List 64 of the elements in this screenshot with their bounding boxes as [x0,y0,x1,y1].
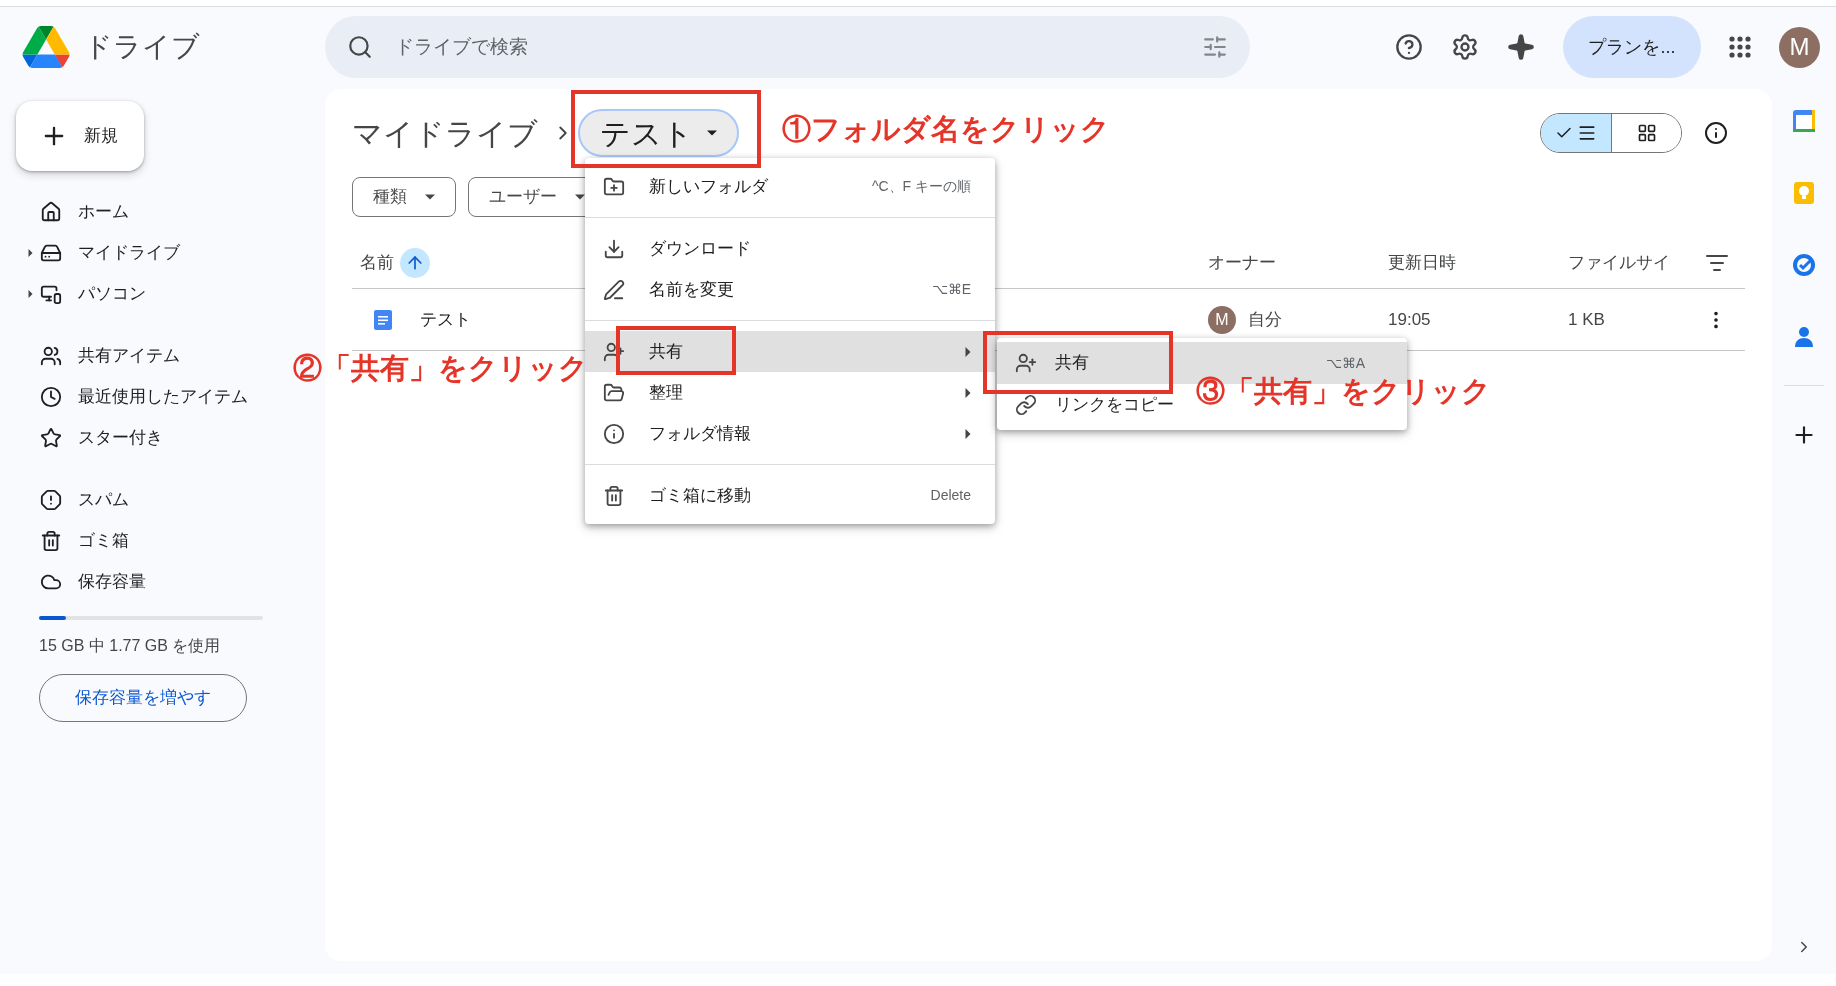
help-icon[interactable] [1395,33,1423,61]
document-icon [374,309,392,330]
menu-item[interactable]: リンクをコピー [997,384,1178,426]
expand-arrow-icon[interactable] [28,289,33,298]
settings-icon[interactable] [1451,33,1479,61]
grid-icon [1636,123,1657,143]
plan-button[interactable]: プランを... [1563,16,1701,78]
search-bar[interactable]: ドライブで検索 [325,16,1250,78]
sidebar-item[interactable]: ゴミ箱 [0,520,290,561]
menu-item[interactable]: フォルダ情報 [585,413,995,454]
file-size: 1 KB [1568,308,1606,331]
storage-usage-text: 15 GB 中 1.77 GB を使用 [39,636,222,656]
account-avatar[interactable]: M [1779,26,1820,68]
filter-sliders-icon[interactable] [1202,34,1228,60]
column-header[interactable]: オーナー [1208,249,1276,276]
menu-item[interactable]: ダウンロード [585,228,995,269]
column-header[interactable]: 名前 [360,249,394,276]
annotation-label: ②「共有」をクリック [293,354,588,383]
search-icon [347,34,373,60]
shortcut-text: ^C、F キーの順 [871,177,971,196]
sidebar-item[interactable]: 最近使用したアイテム [0,376,290,417]
info-icon[interactable] [1704,121,1728,145]
menu-item[interactable]: ゴミ箱に移動 Delete [585,475,995,516]
apps-grid-icon[interactable] [1729,36,1751,58]
shortcut-text: Delete [930,486,971,505]
sidebar-item[interactable]: パソコン [0,273,290,314]
menu-item[interactable]: 整理 [585,372,995,413]
grid-view-button[interactable] [1611,114,1681,152]
column-header[interactable]: ファイルサイ [1568,249,1670,276]
file-name: テスト [420,308,471,331]
list-icon [1577,123,1597,143]
caret-icon [575,194,585,200]
modified-time: 19:05 [1388,308,1432,331]
sidebar-item[interactable]: ホーム [0,191,290,232]
column-header[interactable]: 更新日時 [1388,249,1456,276]
sidebar-item[interactable]: マイドライブ [0,232,290,273]
annotation-label: ①フォルダ名をクリック [782,115,1110,144]
new-button[interactable]: 新規 [16,101,144,171]
caret-icon [707,130,717,136]
sparkle-icon[interactable] [1507,33,1535,61]
menu-item[interactable]: 共有 [585,331,995,372]
sidebar-item[interactable]: 共有アイテム [0,335,290,376]
sort-ascending-icon[interactable] [400,247,430,278]
owner-name: 自分 [1248,308,1282,331]
tasks-app-icon[interactable] [1792,253,1816,277]
calendar-app-icon[interactable] [1792,109,1816,133]
shortcut-text: ⌥⌘A [1325,353,1365,373]
contacts-app-icon[interactable] [1792,325,1816,349]
folder-name-chip[interactable]: テスト [578,109,739,157]
breadcrumb-root[interactable]: マイドライブ [352,110,538,156]
submenu-arrow-icon [965,346,971,357]
drive-logo-icon [22,26,70,68]
owner-avatar: M [1208,305,1236,334]
sidebar-item[interactable]: スター付き [0,417,290,458]
filter-chip[interactable]: 種類 [352,177,456,217]
app-title: ドライブ [84,30,200,64]
sidebar-item[interactable]: 保存容量 [0,561,290,602]
caret-icon [425,194,435,200]
submenu-arrow-icon [965,428,971,439]
search-field[interactable]: ドライブで検索 [395,32,1202,62]
submenu-arrow-icon [965,387,971,398]
sidebar-item[interactable]: スパム [0,479,290,520]
expand-arrow-icon[interactable] [28,248,33,257]
list-view-button[interactable] [1541,114,1611,152]
